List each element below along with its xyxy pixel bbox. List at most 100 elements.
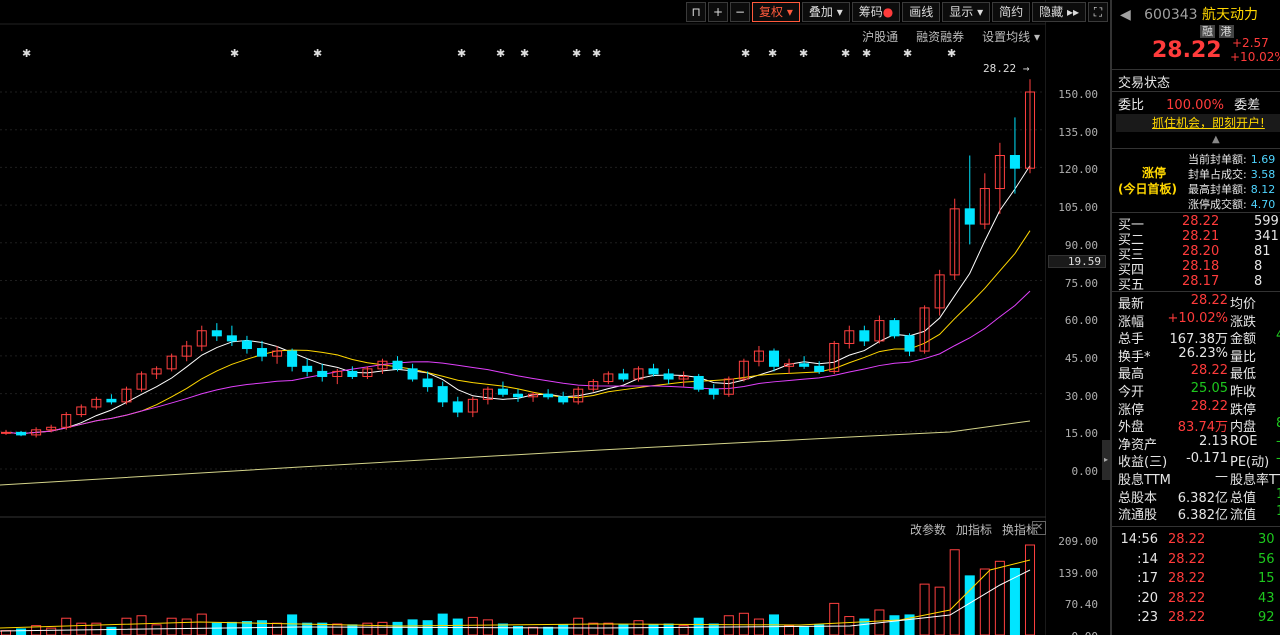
collapse-panel-icon[interactable]: ▸ (1102, 440, 1110, 480)
stat-value: 6.382亿 (1177, 490, 1228, 506)
event-marker-icon[interactable]: ✱ (947, 47, 956, 60)
ad-banner[interactable]: 抓住机会，即刻开户! (1116, 114, 1280, 132)
close-indicator-icon[interactable]: ✕ (1032, 521, 1046, 535)
price-change: +2.57 (1232, 36, 1269, 50)
jianyue-button[interactable]: 简约 (992, 2, 1031, 22)
candle-body (889, 320, 900, 337)
candle-body (287, 350, 298, 367)
diejia-button[interactable]: 叠加 ▾ (801, 2, 850, 22)
event-marker-icon[interactable]: ✱ (313, 47, 322, 60)
gaicanshu-link[interactable]: 改参数 (910, 521, 946, 538)
volume-bar (347, 624, 358, 635)
tick-row: 14:56 28.22 30 (1118, 532, 1280, 547)
huaxian-button[interactable]: 画线 (902, 2, 941, 22)
chouma-button[interactable]: 筹码● (851, 2, 901, 22)
limit-row-value: 3.58 (1250, 168, 1276, 181)
stat-label-2: ROE (1230, 433, 1258, 449)
stat-label-2: 跌停 (1230, 402, 1257, 418)
event-marker-icon[interactable]: ✱ (862, 47, 871, 60)
volume-bar (377, 621, 388, 635)
kline-chart-area[interactable]: ⊓ + − 复权 ▾ 叠加 ▾ 筹码● 画线 显示 ▾ 简约 隐藏 ▸▸ ⛶ 沪… (0, 0, 1108, 635)
lock-icon[interactable]: ⊓ (686, 2, 706, 22)
bid-price: 28.18 (1182, 259, 1220, 274)
bid-volume: 341 (1254, 229, 1279, 244)
candle-body (708, 388, 719, 395)
volume-bar (603, 622, 614, 635)
tick-price: 28.22 (1168, 610, 1206, 625)
candle-body (512, 393, 524, 398)
event-marker-icon[interactable]: ✱ (592, 47, 601, 60)
limit-row-value: 4.70 (1250, 198, 1276, 211)
candle-body (693, 375, 704, 390)
volume-bar (889, 615, 900, 635)
volume-bar (151, 624, 162, 635)
stat-value-2: -1 (1276, 451, 1280, 466)
volume-bar (618, 624, 629, 635)
hgt-link[interactable]: 沪股通 (862, 28, 898, 45)
candle-body (392, 360, 403, 370)
stat-value-2: 18 (1276, 504, 1280, 519)
minus-icon[interactable]: − (730, 2, 750, 22)
limit-row-value: 8.12 (1250, 183, 1276, 196)
candle-body (437, 386, 448, 403)
volume-bar (467, 616, 478, 635)
quote-panel: ◀ 600343 航天动力 融 港 28.22 +2.57 +10.02% 交易… (1110, 0, 1280, 635)
stat-value: 25.05 (1190, 381, 1228, 396)
event-marker-icon[interactable]: ✱ (741, 47, 750, 60)
candle-body (618, 373, 629, 380)
vol-tick-label: 209.00 (1058, 535, 1098, 548)
tick-volume: 15 (1258, 571, 1275, 586)
volume-bar (226, 621, 237, 635)
event-marker-icon[interactable]: ✱ (768, 47, 777, 60)
volume-bar (528, 626, 539, 635)
volume-bar (1009, 567, 1020, 635)
event-marker-icon[interactable]: ✱ (841, 47, 850, 60)
jiazhibiao-link[interactable]: 加指标 (956, 521, 992, 538)
stat-label-2: 涨跌 (1230, 314, 1257, 330)
junxian-link[interactable]: 设置均线 ▾ (982, 28, 1040, 45)
stat-label-2: 均价 (1230, 297, 1257, 312)
plus-icon[interactable]: + (708, 2, 728, 22)
fullscreen-icon[interactable]: ⛶ (1088, 2, 1108, 22)
bid-price: 28.22 (1182, 214, 1220, 229)
tick-row: :20 28.22 43 (1118, 591, 1280, 606)
bid-volume: 8 (1254, 259, 1263, 274)
event-marker-icon[interactable]: ✱ (230, 47, 239, 60)
tick-time: :17 (1137, 571, 1158, 586)
fuquan-button[interactable]: 复权 ▾ (752, 2, 800, 22)
candle-body (904, 335, 915, 352)
y-tick-label: 30.00 (1064, 389, 1098, 403)
y-tick-label: 150.00 (1058, 88, 1098, 101)
xianshi-button[interactable]: 显示 ▾ (942, 2, 991, 22)
stat-label-2: 最低 (1230, 367, 1257, 383)
y-tick-label: 135.00 (1058, 125, 1098, 139)
kline-svg[interactable] (0, 0, 1046, 635)
stat-label-2: 流值 (1230, 508, 1257, 524)
stat-value: 2.13 (1199, 433, 1228, 449)
price-pct: +10.02% (1230, 50, 1280, 64)
stat-row: 股息TTM—股息率TTM (1118, 469, 1280, 488)
tick-row: :14 28.22 56 (1118, 552, 1280, 567)
stat-label-2: PE(动) (1230, 455, 1270, 471)
event-marker-icon[interactable]: ✱ (572, 47, 581, 60)
candle-body (663, 373, 674, 380)
event-marker-icon[interactable]: ✱ (799, 47, 808, 60)
collapse-up-icon[interactable]: ▲ (1212, 134, 1280, 145)
stat-row: 最高 28.22 最低 (1118, 363, 1280, 382)
event-marker-icon[interactable]: ✱ (520, 47, 529, 60)
stat-row: 最新 28.22 均价 (1118, 293, 1280, 312)
event-marker-icon[interactable]: ✱ (22, 47, 31, 60)
candle-body (317, 370, 328, 377)
rzrq-link[interactable]: 融资融券 (916, 28, 964, 45)
back-icon[interactable]: ◀ (1120, 7, 1131, 23)
tick-volume: 43 (1258, 590, 1275, 606)
event-marker-icon[interactable]: ✱ (457, 47, 466, 60)
event-marker-icon[interactable]: ✱ (496, 47, 505, 60)
yincang-button[interactable]: 隐藏 ▸▸ (1032, 2, 1086, 22)
weibi-row: 委比 100.00% 委差 (1118, 98, 1261, 113)
event-marker-icon[interactable]: ✱ (903, 47, 912, 60)
stat-row: 净资产2.13ROE- (1118, 434, 1280, 453)
stat-row: 收益(三)-0.171PE(动)-1 (1118, 451, 1280, 470)
ma60-line (0, 420, 1031, 486)
volume-bar (196, 613, 207, 635)
